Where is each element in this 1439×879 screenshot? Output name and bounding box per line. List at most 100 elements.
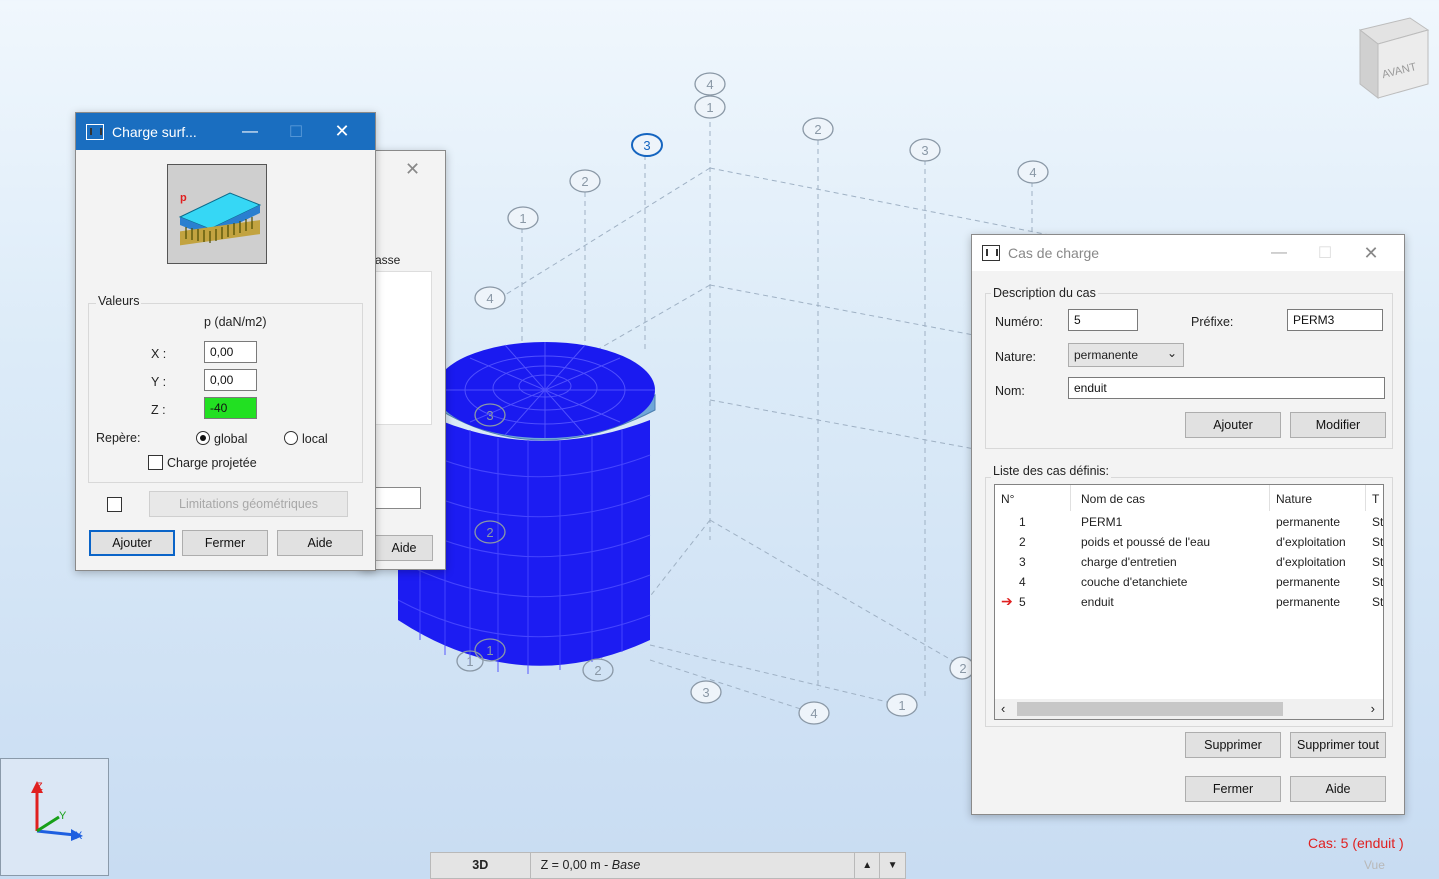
charge-projetee-checkbox[interactable]: [148, 455, 163, 470]
horizontal-scrollbar[interactable]: ‹ ›: [995, 699, 1383, 719]
level-value: Z = 0,00 m -: [540, 858, 612, 872]
level-up-button[interactable]: ▲: [855, 853, 881, 878]
nature-label: Nature:: [995, 350, 1036, 364]
row-nature: permanente: [1276, 515, 1341, 529]
svg-text:3: 3: [702, 685, 709, 700]
close-button[interactable]: ✕: [1348, 243, 1394, 264]
svg-text:4: 4: [706, 77, 713, 92]
chevron-down-icon: ⌄: [1166, 346, 1177, 360]
background-field[interactable]: [375, 487, 421, 509]
repere-local-label[interactable]: local: [302, 432, 328, 446]
grid-label: 1: [456, 650, 484, 672]
row-type: St: [1372, 535, 1384, 549]
y-label: Y :: [151, 375, 167, 389]
y-value-input[interactable]: 0,00: [204, 369, 257, 391]
nature-selected-value: permanente: [1074, 348, 1139, 362]
repere-global-radio[interactable]: [196, 431, 210, 445]
aide-button[interactable]: Aide: [277, 530, 363, 556]
minimize-button[interactable]: —: [227, 123, 273, 141]
column-header-nature[interactable]: Nature: [1270, 485, 1366, 511]
svg-text:2: 2: [814, 122, 821, 137]
row-number: 2: [1019, 535, 1026, 549]
grid-label: 2: [569, 169, 601, 193]
background-panel: [375, 271, 432, 425]
prefixe-input[interactable]: PERM3: [1287, 309, 1383, 331]
grid-label: 2: [582, 658, 614, 682]
repere-global-label[interactable]: global: [214, 432, 247, 446]
row-name: poids et poussé de l'eau: [1081, 535, 1211, 549]
grid-label: 4: [694, 72, 726, 96]
nom-input[interactable]: enduit: [1068, 377, 1385, 399]
values-group-label: Valeurs: [96, 294, 142, 308]
maximize-button: ☐: [1317, 245, 1333, 262]
description-label: Description du cas: [991, 286, 1098, 300]
window-title: Charge surf...: [112, 123, 197, 140]
svg-text:3: 3: [921, 143, 928, 158]
supprimer-button[interactable]: Supprimer: [1185, 732, 1281, 758]
row-nature: permanente: [1276, 575, 1341, 589]
aide-button[interactable]: Aide: [1290, 776, 1386, 802]
column-header-numero[interactable]: N°: [995, 485, 1071, 511]
view-cube: AVANT: [1358, 17, 1430, 100]
scroll-left-icon[interactable]: ‹: [1001, 701, 1005, 716]
title-bar[interactable]: Charge surf... — ☐ ✕: [76, 113, 375, 150]
svg-text:4: 4: [486, 291, 493, 306]
level-down-button[interactable]: ▼: [880, 853, 905, 878]
background-aide-button[interactable]: Aide: [375, 535, 433, 561]
prefixe-label: Préfixe:: [1191, 315, 1234, 329]
close-button[interactable]: ✕: [319, 121, 365, 142]
liste-label: Liste des cas définis:: [991, 464, 1112, 478]
charge-projetee-label[interactable]: Charge projetée: [167, 456, 257, 470]
window-icon: [982, 245, 1000, 261]
row-number: 5: [1019, 595, 1026, 609]
grid-label: 1: [886, 693, 918, 717]
maximize-button: ☐: [288, 123, 304, 141]
view-mode-3d[interactable]: 3D: [431, 853, 531, 878]
svg-text:1: 1: [519, 211, 526, 226]
row-nature: permanente: [1276, 595, 1341, 609]
z-label: Z :: [151, 403, 166, 417]
minimize-button[interactable]: —: [1256, 244, 1302, 262]
row-nature: d'exploitation: [1276, 555, 1346, 569]
charge-surfacique-dialog: Charge surf... — ☐ ✕ p Valeurs p (daN/m2…: [75, 112, 376, 571]
limitations-geometriques-button[interactable]: Limitations géométriques: [149, 491, 348, 517]
repere-local-radio[interactable]: [284, 431, 298, 445]
ajouter-button[interactable]: Ajouter: [89, 530, 175, 556]
close-icon[interactable]: ✕: [405, 159, 420, 180]
row-nature: d'exploitation: [1276, 535, 1346, 549]
z-value-input[interactable]: -40: [204, 397, 257, 419]
modifier-button[interactable]: Modifier: [1290, 412, 1386, 438]
grid-label: 2: [802, 117, 834, 141]
column-header-nom[interactable]: Nom de cas: [1075, 485, 1270, 511]
tab-fragment[interactable]: asse: [375, 253, 400, 267]
load-cases-list[interactable]: N° Nom de cas Nature T 1 PERM1 permanent…: [994, 484, 1384, 720]
grid-label: 3: [909, 138, 941, 162]
grid-label: 1: [507, 206, 539, 230]
ajouter-button[interactable]: Ajouter: [1185, 412, 1281, 438]
axis-y-label: Y: [59, 810, 67, 822]
grid-label: 4: [474, 286, 506, 310]
limitations-checkbox[interactable]: [107, 497, 122, 512]
nature-select[interactable]: permanente ⌄: [1068, 343, 1184, 367]
scroll-right-icon[interactable]: ›: [1371, 701, 1375, 716]
repere-label: Repère:: [96, 431, 141, 445]
numero-input[interactable]: 5: [1068, 309, 1138, 331]
current-arrow-icon: ➔: [1001, 593, 1013, 609]
current-case-status: Cas: 5 (enduit ): [1308, 835, 1404, 851]
level-selector[interactable]: Z = 0,00 m - Base: [531, 853, 856, 878]
row-name: PERM1: [1081, 515, 1123, 529]
x-value-input[interactable]: 0,00: [204, 341, 257, 363]
row-name: charge d'entretien: [1081, 555, 1177, 569]
scrollbar-thumb[interactable]: [1017, 702, 1283, 716]
window-icon: [86, 123, 104, 140]
svg-text:1: 1: [898, 698, 905, 713]
svg-text:2: 2: [594, 663, 601, 678]
row-type: St: [1372, 595, 1384, 609]
title-bar[interactable]: Cas de charge — ☐ ✕: [972, 235, 1404, 271]
level-name: Base: [611, 858, 641, 872]
fermer-button[interactable]: Fermer: [1185, 776, 1281, 802]
supprimer-tout-button[interactable]: Supprimer tout: [1290, 732, 1386, 758]
column-header-type[interactable]: T: [1366, 485, 1383, 511]
svg-text:1: 1: [706, 100, 713, 115]
fermer-button[interactable]: Fermer: [182, 530, 268, 556]
